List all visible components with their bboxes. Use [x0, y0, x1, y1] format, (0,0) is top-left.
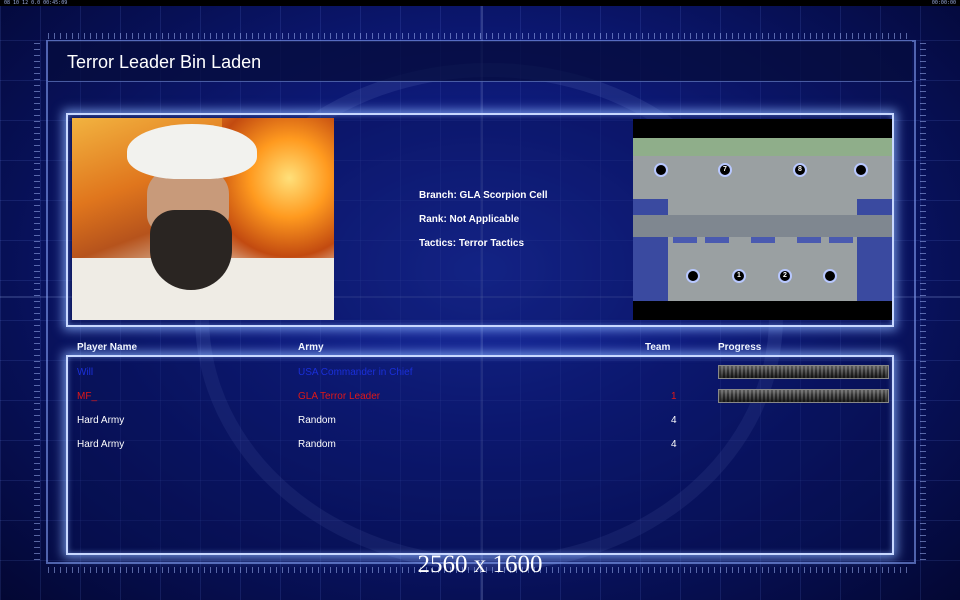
top-left-readout: 08 10 12 0.0 00:45:09 [4, 0, 68, 6]
player-army: Random [298, 439, 336, 450]
portrait-beard [150, 210, 232, 290]
player-name: Hard Army [77, 439, 125, 450]
resolution-watermark: 2560 x 1600 [417, 551, 543, 578]
map-marking [673, 237, 697, 243]
ruler-top [48, 33, 912, 39]
map-top-band [633, 138, 892, 156]
players-panel [66, 355, 894, 555]
map-preview: 7 8 1 2 [633, 119, 892, 320]
player-team: 4 [671, 415, 677, 426]
player-name: Will [77, 367, 94, 378]
header-progress: Progress [718, 342, 762, 353]
map-spawn-empty [686, 269, 700, 283]
portrait-turban [127, 124, 257, 179]
map-spawn-empty [854, 163, 868, 177]
map-spawn-empty [654, 163, 668, 177]
player-army: GLA Terror Leader [298, 391, 381, 402]
ruler-right [920, 40, 926, 560]
general-rank: Rank: Not Applicable [419, 214, 520, 225]
general-tactics: Tactics: Terror Tactics [419, 238, 525, 249]
ruler-left [34, 40, 40, 560]
player-team: 4 [671, 439, 677, 450]
general-portrait [72, 118, 334, 320]
header-army: Army [298, 342, 324, 353]
player-team: 1 [671, 391, 677, 402]
map-marking [829, 237, 853, 243]
player-army: USA Commander in Chief [298, 367, 413, 378]
general-branch: Branch: GLA Scorpion Cell [419, 190, 548, 201]
player-progress-bar [718, 365, 889, 379]
top-status-strip [0, 0, 960, 6]
map-road [633, 215, 892, 237]
player-name: MF_ [77, 391, 97, 402]
player-name: Hard Army [77, 415, 125, 426]
map-marking [705, 237, 729, 243]
map-spawn-1: 1 [732, 269, 746, 283]
map-marking [797, 237, 821, 243]
header-team: Team [645, 342, 671, 353]
map-marking [751, 237, 775, 243]
top-right-readout: 00:00:00 [931, 0, 956, 6]
page-title: Terror Leader Bin Laden [67, 52, 262, 72]
player-army: Random [298, 415, 336, 426]
header-player-name: Player Name [77, 342, 138, 353]
map-spawn-7: 7 [718, 163, 732, 177]
map-spawn-8: 8 [793, 163, 807, 177]
player-progress-bar [718, 389, 889, 403]
map-spawn-empty [823, 269, 837, 283]
map-spawn-2: 2 [778, 269, 792, 283]
